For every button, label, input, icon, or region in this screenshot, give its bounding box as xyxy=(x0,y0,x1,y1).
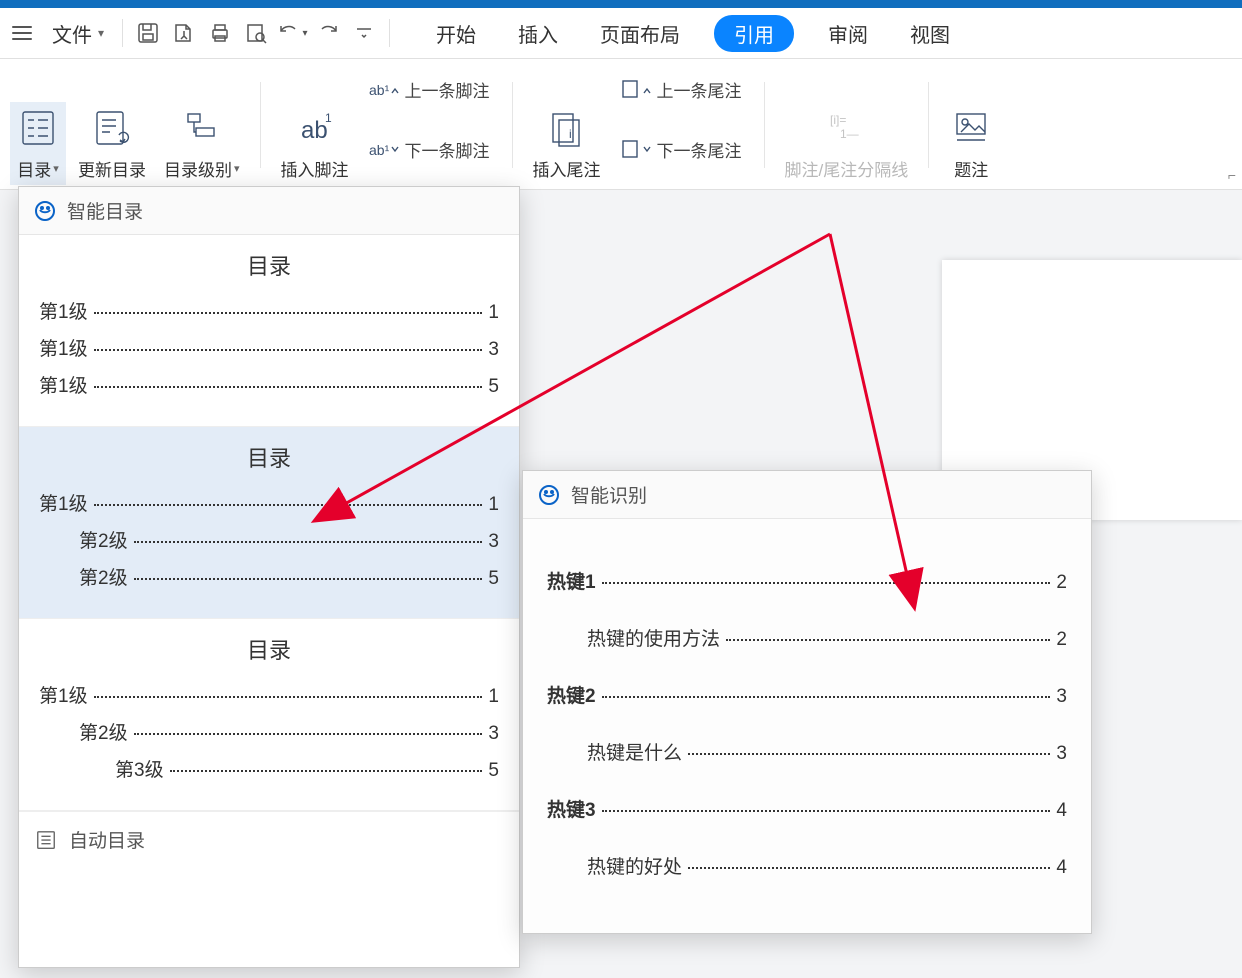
chevron-down-icon: ▾ xyxy=(234,162,240,175)
divider xyxy=(122,19,123,47)
level-icon xyxy=(180,106,224,150)
redo-icon[interactable] xyxy=(311,16,345,50)
level-label: 目录级别 xyxy=(164,156,232,181)
tabs: 开始插入页面布局引用审阅视图 xyxy=(428,15,1000,52)
toc-style-0[interactable]: 目录第1级1 第1级3 第1级5 xyxy=(19,235,519,427)
smart-circle-icon xyxy=(33,199,57,223)
smart-circle-icon xyxy=(537,483,561,507)
rec-line: 热键23 xyxy=(547,681,1067,708)
undo-icon[interactable]: ▾ xyxy=(275,16,309,50)
refresh-toc-button[interactable]: 更新目录 xyxy=(72,102,152,185)
smart-toc-label: 智能目录 xyxy=(67,197,143,224)
toc-level-button[interactable]: 目录级别▾ xyxy=(158,102,246,185)
prev-endnote-button[interactable]: 上一条尾注 xyxy=(617,74,746,105)
tab-4[interactable]: 审阅 xyxy=(820,15,876,52)
toc-line: 第2级3 xyxy=(39,526,499,553)
separator xyxy=(928,82,929,168)
rec-line: 热键34 xyxy=(547,795,1067,822)
prev-endnote-label: 上一条尾注 xyxy=(657,77,742,102)
next-endnote-label: 下一条尾注 xyxy=(657,137,742,162)
refresh-label: 更新目录 xyxy=(78,156,146,181)
separator-icon: [i]=1— xyxy=(824,106,868,150)
toc-button[interactable]: 目录▾ xyxy=(10,102,66,185)
separator xyxy=(260,82,261,168)
file-label: 文件 xyxy=(52,19,92,48)
list-icon xyxy=(35,829,57,851)
toc-line: 第1级1 xyxy=(39,297,499,324)
toc-style-title: 目录 xyxy=(39,249,499,281)
svg-text:1—: 1— xyxy=(840,127,859,141)
auto-toc-row[interactable]: 自动目录 xyxy=(19,811,519,867)
toc-line: 第1级3 xyxy=(39,334,499,361)
next-footnote-label: 下一条脚注 xyxy=(405,137,490,162)
caption-label: 题注 xyxy=(954,156,988,181)
toc-style-title: 目录 xyxy=(39,633,499,665)
chevron-down-icon: ▾ xyxy=(53,162,59,175)
print-icon[interactable] xyxy=(203,16,237,50)
toc-style-2[interactable]: 目录第1级1 第2级3 第3级5 xyxy=(19,619,519,811)
toc-dropdown: 智能目录 目录第1级1第1级3第1级5目录第1级1第2级3第2级5目录第1级1第… xyxy=(18,186,520,968)
divider xyxy=(389,19,390,47)
save-icon[interactable] xyxy=(131,16,165,50)
qat-overflow-icon[interactable] xyxy=(347,16,381,50)
insert-footnote-label: 插入脚注 xyxy=(281,156,349,181)
insert-endnote-button[interactable]: i 插入尾注 xyxy=(527,102,607,185)
smart-toc-header: 智能目录 xyxy=(19,187,519,235)
toc-line: 第2级3 xyxy=(39,718,499,745)
toc-line: 第1级1 xyxy=(39,681,499,708)
toc-style-1[interactable]: 目录第1级1 第2级3 第2级5 xyxy=(19,427,519,619)
svg-text:ab: ab xyxy=(301,117,328,144)
prev-footnote-label: 上一条脚注 xyxy=(405,77,490,102)
separator-label: 脚注/尾注分隔线 xyxy=(785,156,909,181)
next-footnote-button[interactable]: ab¹ 下一条脚注 xyxy=(365,134,494,165)
menubar: 文件 ▾ ▾ 开始插入页面布局引用审阅视图 xyxy=(0,8,1242,59)
toc-line: 第1级5 xyxy=(39,371,499,398)
dialog-launcher-icon[interactable]: ⌐ xyxy=(1228,167,1236,183)
smart-rec-label: 智能识别 xyxy=(571,481,647,508)
menu-icon[interactable] xyxy=(8,21,40,45)
rec-line: 热键12 xyxy=(547,567,1067,594)
tab-1[interactable]: 插入 xyxy=(510,15,566,52)
separator xyxy=(512,82,513,168)
caption-button[interactable]: 题注 xyxy=(943,102,999,185)
rec-line: 热键的使用方法2 xyxy=(547,624,1067,651)
separator-button[interactable]: [i]=1— 脚注/尾注分隔线 xyxy=(779,102,915,185)
chevron-down-icon: ▾ xyxy=(98,26,104,40)
file-menu[interactable]: 文件 ▾ xyxy=(42,15,114,52)
refresh-icon xyxy=(90,106,134,150)
svg-text:ab¹: ab¹ xyxy=(369,82,390,98)
svg-text:[i]=: [i]= xyxy=(830,113,846,127)
footnote-icon: ab1 xyxy=(293,106,337,150)
insert-footnote-button[interactable]: ab1 插入脚注 xyxy=(275,102,355,185)
caption-icon xyxy=(949,106,993,150)
tab-0[interactable]: 开始 xyxy=(428,15,484,52)
insert-endnote-label: 插入尾注 xyxy=(533,156,601,181)
toc-icon xyxy=(16,106,60,150)
tab-3[interactable]: 引用 xyxy=(714,15,794,52)
smart-rec-header: 智能识别 xyxy=(523,471,1091,519)
toc-style-title: 目录 xyxy=(39,441,499,473)
toc-line: 第3级5 xyxy=(39,755,499,782)
recognition-dropdown: 智能识别 热键12 热键的使用方法2 热键23 热键是什么3 热键34 热键的好处4 xyxy=(522,470,1092,934)
rec-line: 热键是什么3 xyxy=(547,738,1067,765)
svg-text:i: i xyxy=(569,127,572,141)
print-preview-icon[interactable] xyxy=(239,16,273,50)
toc-label: 目录 xyxy=(17,156,51,181)
svg-text:1: 1 xyxy=(325,111,332,125)
separator xyxy=(764,82,765,168)
prev-footnote-button[interactable]: ab¹ 上一条脚注 xyxy=(365,74,494,105)
endnote-icon: i xyxy=(545,106,589,150)
ribbon: 目录▾ 更新目录 目录级别▾ ab1 插入脚注 ab¹上一条脚注 ab¹下一条脚… xyxy=(0,59,1242,190)
tab-2[interactable]: 页面布局 xyxy=(592,15,688,52)
next-endnote-button[interactable]: 下一条尾注 xyxy=(617,134,746,165)
svg-text:ab¹: ab¹ xyxy=(369,142,390,158)
toc-line: 第1级1 xyxy=(39,489,499,516)
export-icon[interactable] xyxy=(167,16,201,50)
rec-line: 热键的好处4 xyxy=(547,852,1067,879)
auto-toc-label: 自动目录 xyxy=(69,826,145,853)
toc-line: 第2级5 xyxy=(39,563,499,590)
tab-5[interactable]: 视图 xyxy=(902,15,958,52)
